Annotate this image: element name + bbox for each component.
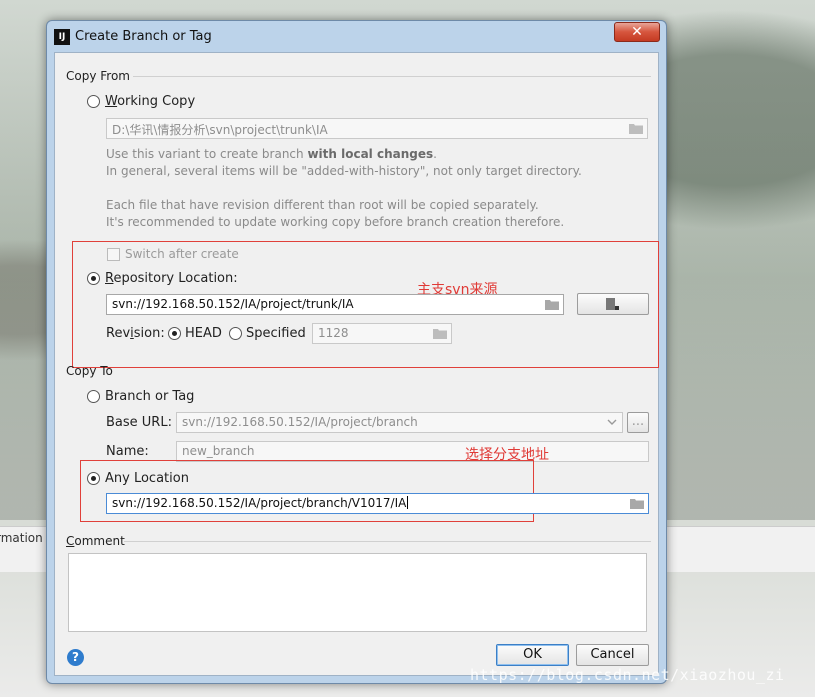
working-copy-hint-4: It's recommended to update working copy …: [106, 215, 565, 229]
any-location-url: svn://192.168.50.152/IA/project/branch/V…: [112, 496, 407, 510]
dialog-title: Create Branch or Tag: [75, 29, 212, 44]
working-copy-label[interactable]: Working Copy: [105, 94, 195, 109]
working-copy-hint-1: Use this variant to create branch with l…: [106, 147, 437, 161]
any-location-label[interactable]: Any Location: [105, 471, 189, 486]
revision-head-radio[interactable]: [168, 327, 181, 340]
annotation-target-text: 选择分支地址: [465, 447, 549, 463]
hint-1c: .: [433, 147, 437, 161]
revision-specified-label[interactable]: Specified: [246, 326, 306, 341]
text-caret: [407, 496, 409, 509]
copy-from-label: Copy From: [66, 69, 130, 83]
base-url-dropdown: svn://192.168.50.152/IA/project/branch: [176, 412, 623, 433]
working-copy-label-text: orking Copy: [117, 94, 196, 109]
folder-icon[interactable]: [545, 299, 559, 310]
name-label: Name:: [106, 444, 149, 459]
browse-repository-button[interactable]: [577, 293, 649, 315]
chevron-down-icon: [607, 419, 617, 425]
branch-or-tag-radio[interactable]: [87, 390, 100, 403]
comment-textarea[interactable]: [68, 553, 647, 632]
repository-url: svn://192.168.50.152/IA/project/trunk/IA: [112, 297, 354, 311]
working-copy-hint-2: In general, several items will be "added…: [106, 164, 582, 178]
branch-or-tag-label[interactable]: Branch or Tag: [105, 389, 194, 404]
repository-location-label-text: epository Location:: [113, 271, 238, 286]
copy-from-separator: [133, 76, 651, 77]
copy-to-label: Copy To: [66, 364, 113, 378]
dialog-content: Copy From Working Copy D:\华讯\情报分析\svn\pr…: [54, 52, 659, 676]
repository-location-label[interactable]: Repository Location:: [105, 271, 238, 286]
working-copy-hint-3: Each file that have revision different t…: [106, 198, 539, 212]
switch-after-create-checkbox[interactable]: [107, 248, 120, 261]
repository-url-field[interactable]: svn://192.168.50.152/IA/project/trunk/IA: [106, 294, 564, 315]
any-location-url-field[interactable]: svn://192.168.50.152/IA/project/branch/V…: [106, 493, 649, 514]
close-button[interactable]: ✕: [614, 22, 660, 42]
comment-label: Comment: [66, 534, 125, 548]
help-icon[interactable]: ?: [67, 649, 84, 666]
revision-number-field: 1128: [312, 323, 452, 344]
any-location-radio[interactable]: [87, 472, 100, 485]
create-branch-dialog: IJ Create Branch or Tag ✕ Copy From Work…: [46, 20, 667, 684]
watermark-text: https://blog.csdn.net/xiaozhou_zi: [470, 666, 785, 684]
hint-1b: with local changes: [307, 147, 434, 161]
revision-label: Revision:: [106, 326, 165, 341]
working-copy-path-field: D:\华讯\情报分析\svn\project\trunk\IA: [106, 118, 648, 139]
base-url-more-button: ...: [627, 412, 649, 433]
repository-location-radio[interactable]: [87, 272, 100, 285]
folder-icon: [629, 124, 643, 134]
folder-icon: [433, 329, 447, 339]
branch-name-value: new_branch: [182, 444, 255, 458]
title-bar[interactable]: IJ Create Branch or Tag ✕: [47, 21, 666, 51]
base-url-label: Base URL:: [106, 415, 172, 430]
revision-specified-radio[interactable]: [229, 327, 242, 340]
intellij-app-icon: IJ: [54, 29, 70, 45]
branch-name-field: new_branch: [176, 441, 649, 462]
comment-label-text: omment: [74, 534, 125, 548]
background-partial-text: rmation: [0, 531, 43, 545]
working-copy-radio[interactable]: [87, 95, 100, 108]
revision-number: 1128: [318, 326, 349, 340]
hint-1a: Use this variant to create branch: [106, 147, 308, 161]
repository-browser-icon: [606, 298, 619, 310]
folder-icon[interactable]: [630, 498, 644, 509]
cancel-button[interactable]: Cancel: [576, 644, 649, 666]
working-copy-path: D:\华讯\情报分析\svn\project\trunk\IA: [112, 123, 328, 137]
base-url-value: svn://192.168.50.152/IA/project/branch: [182, 415, 418, 429]
comment-separator: [124, 541, 651, 542]
switch-after-create-label: Switch after create: [125, 247, 239, 261]
revision-head-label[interactable]: HEAD: [185, 326, 222, 341]
ok-button[interactable]: OK: [496, 644, 569, 666]
